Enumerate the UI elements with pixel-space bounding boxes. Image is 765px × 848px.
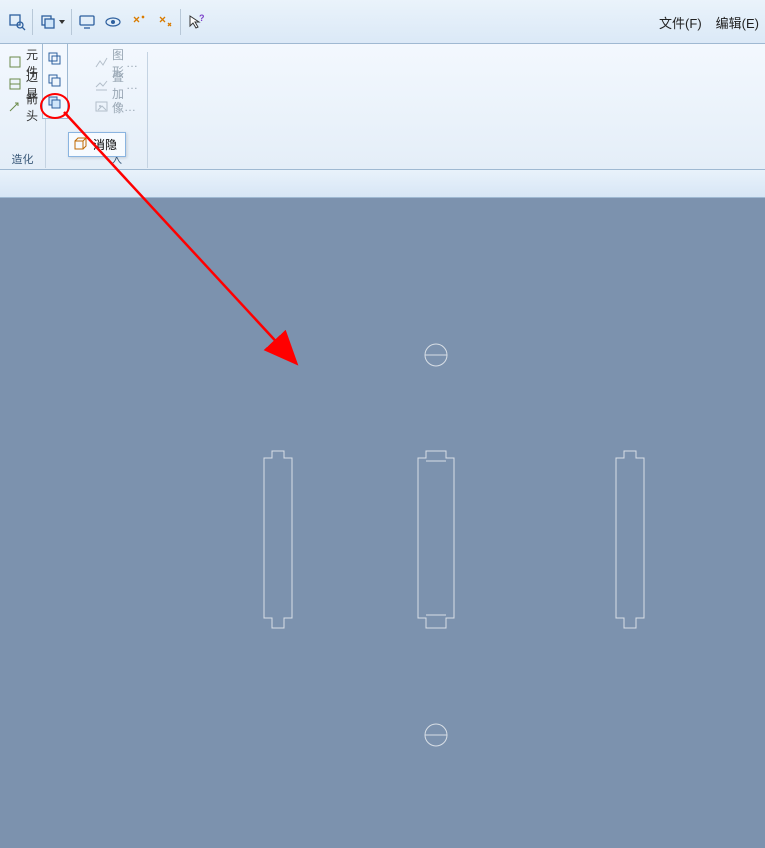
toolbar-separator xyxy=(180,9,181,35)
menu-bar-right: 文件(F) 编辑(E) xyxy=(659,0,759,44)
image-label: 像 xyxy=(112,99,124,116)
arrow-label: 箭头 xyxy=(26,90,38,124)
toolbar-separator xyxy=(32,9,33,35)
display-style-dropdown-panel xyxy=(42,44,68,119)
sub-toolbar xyxy=(0,170,765,198)
viewport-drawing xyxy=(0,198,765,848)
svg-text:?: ? xyxy=(199,13,205,23)
cad-viewport[interactable] xyxy=(0,198,765,848)
wireframe-option[interactable] xyxy=(44,48,66,70)
arrow-item[interactable]: 箭头 xyxy=(6,96,39,118)
ribbon-group-model: 元件 边显 箭头 造化 xyxy=(0,52,46,168)
caret-down-icon xyxy=(59,20,65,24)
hidden-removal-tooltip: 消隐 xyxy=(68,132,126,157)
overlay-item[interactable]: 叠加… xyxy=(92,74,141,96)
no-hidden-option[interactable] xyxy=(44,92,66,114)
help-cursor-button[interactable]: ? xyxy=(183,9,209,35)
group-label-model: 造化 xyxy=(0,151,45,167)
top-toolbar: ? 文件(F) 编辑(E) xyxy=(0,0,765,44)
menu-file[interactable]: 文件(F) xyxy=(659,13,702,32)
image-item[interactable]: 像… xyxy=(92,96,141,118)
overlay-label: 叠加 xyxy=(112,68,126,102)
cube-icon xyxy=(73,137,89,153)
spark-tool-2-button[interactable] xyxy=(152,9,178,35)
tooltip-label: 消隐 xyxy=(93,136,117,153)
zoom-window-button[interactable] xyxy=(4,9,30,35)
spark-tool-1-button[interactable] xyxy=(126,9,152,35)
menu-edit[interactable]: 编辑(E) xyxy=(716,13,759,32)
display-style-dropdown[interactable] xyxy=(35,9,69,35)
monitor-button[interactable] xyxy=(74,9,100,35)
eye-view-button[interactable] xyxy=(100,9,126,35)
hidden-line-option[interactable] xyxy=(44,70,66,92)
toolbar-separator xyxy=(71,9,72,35)
